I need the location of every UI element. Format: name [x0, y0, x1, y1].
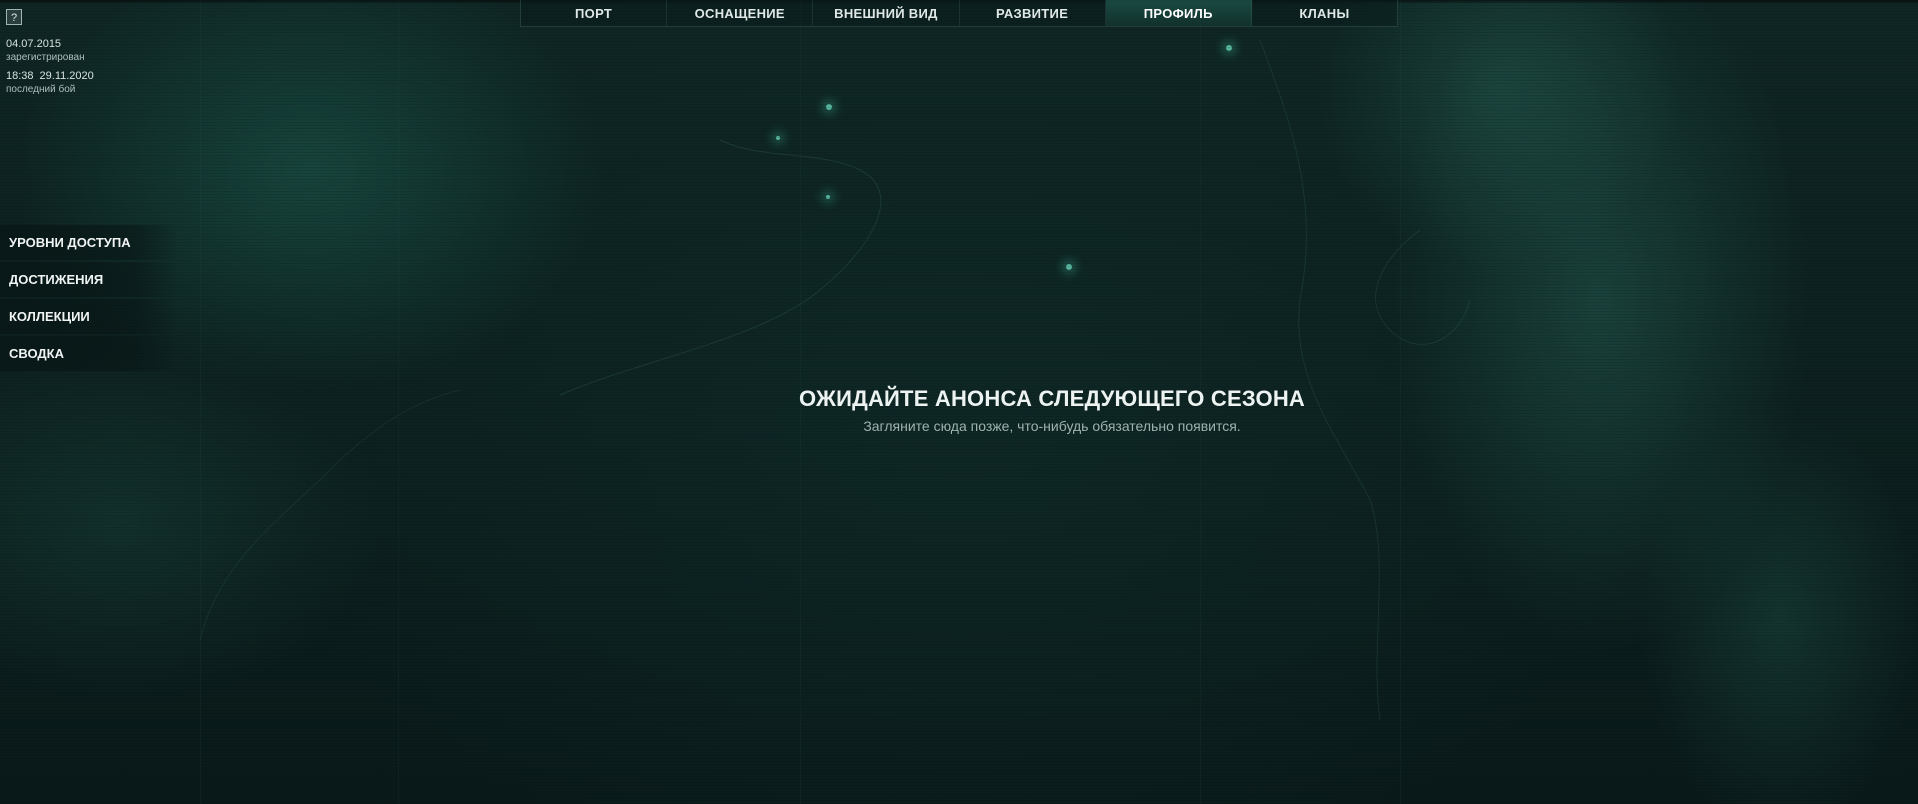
side-item-achievements[interactable]: ДОСТИЖЕНИЯ: [0, 262, 178, 297]
last-battle-date: 29.11.2020: [39, 70, 94, 82]
question-icon[interactable]: ?: [6, 9, 22, 25]
last-battle-datetime: 18:38 29.11.2020: [6, 70, 94, 83]
last-battle-time: 18:38: [6, 70, 34, 82]
player-info: 04.07.2015 зарегистрирован 18:38 29.11.20…: [6, 38, 94, 102]
grid-line: [398, 0, 399, 804]
map-marker: [826, 195, 830, 199]
grid-line: [200, 0, 201, 804]
tab-clans[interactable]: КЛАНЫ: [1252, 0, 1397, 26]
map-marker: [1226, 45, 1232, 51]
tab-appearance[interactable]: ВНЕШНИЙ ВИД: [813, 0, 960, 26]
last-battle-label: последний бой: [6, 84, 76, 95]
tab-equipment[interactable]: ОСНАЩЕНИЕ: [667, 0, 814, 26]
map-marker: [776, 136, 780, 140]
message-subtitle: Загляните сюда позже, что-нибудь обязате…: [863, 418, 1241, 434]
season-message: ОЖИДАЙТЕ АНОНСА СЛЕДУЮЩЕГО СЕЗОНА Заглян…: [700, 386, 1404, 434]
map-marker: [1066, 264, 1072, 270]
main-navigation: ПОРТ ОСНАЩЕНИЕ ВНЕШНИЙ ВИД РАЗВИТИЕ ПРОФ…: [520, 0, 1398, 27]
map-marker: [826, 104, 832, 110]
side-item-collections[interactable]: КОЛЛЕКЦИИ: [0, 299, 178, 334]
registered-date: 04.07.2015: [6, 38, 62, 50]
message-title: ОЖИДАЙТЕ АНОНСА СЛЕДУЮЩЕГО СЕЗОНА: [798, 386, 1306, 411]
last-battle-block: 18:38 29.11.2020 последний бой: [6, 70, 94, 96]
tab-profile[interactable]: ПРОФИЛЬ: [1105, 0, 1252, 26]
side-item-access-levels[interactable]: УРОВНИ ДОСТУПА: [0, 225, 178, 260]
side-item-summary[interactable]: СВОДКА: [0, 336, 178, 371]
registered-label: зарегистрирован: [6, 52, 85, 63]
registration-block: 04.07.2015 зарегистрирован: [6, 38, 94, 64]
tab-development[interactable]: РАЗВИТИЕ: [960, 0, 1106, 26]
profile-side-menu: УРОВНИ ДОСТУПА ДОСТИЖЕНИЯ КОЛЛЕКЦИИ СВОД…: [0, 225, 178, 373]
tab-port[interactable]: ПОРТ: [521, 0, 668, 26]
profile-screen: ПОРТ ОСНАЩЕНИЕ ВНЕШНИЙ ВИД РАЗВИТИЕ ПРОФ…: [0, 0, 1918, 804]
